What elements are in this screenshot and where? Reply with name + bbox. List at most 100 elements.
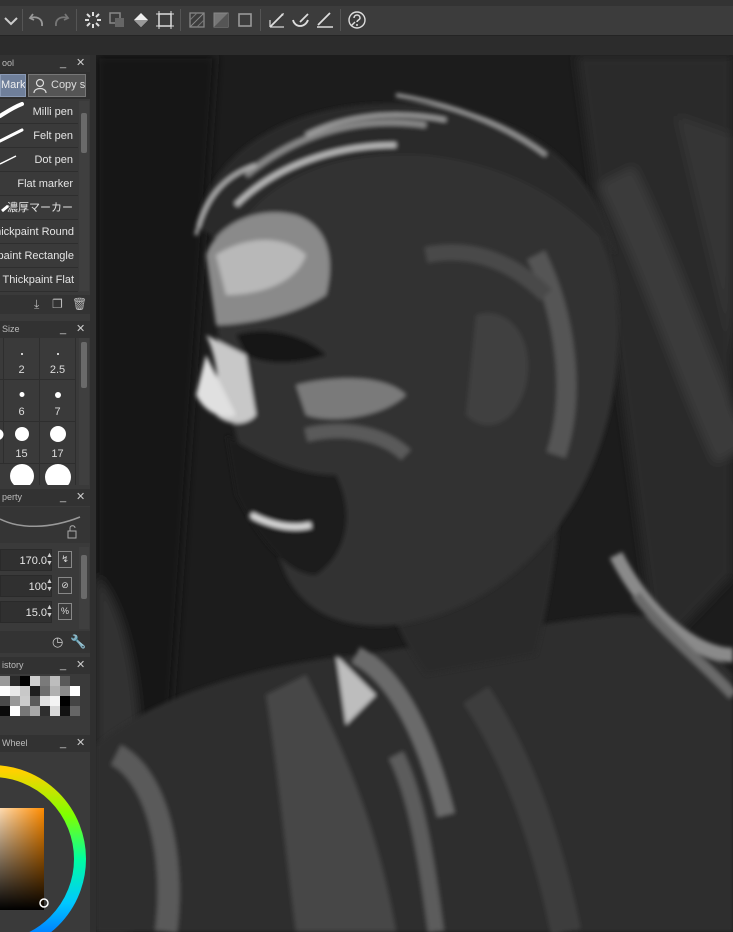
size-cell[interactable]: 15 <box>4 422 40 464</box>
color-swatch[interactable] <box>10 686 20 696</box>
close-icon[interactable]: ✕ <box>76 55 85 72</box>
color-swatch[interactable] <box>30 676 40 686</box>
minimize-icon[interactable]: _ <box>60 489 66 506</box>
color-swatch[interactable] <box>20 686 30 696</box>
opacity-toggle-icon[interactable]: ⊘ <box>58 577 72 594</box>
wrench-icon[interactable]: 🔧 <box>70 634 86 650</box>
color-swatch[interactable] <box>70 686 80 696</box>
size-cell[interactable]: 6 <box>4 380 40 422</box>
help-icon[interactable] <box>346 9 368 31</box>
color-swatch[interactable] <box>30 706 40 716</box>
color-swatch[interactable] <box>60 706 70 716</box>
color-swatch[interactable] <box>70 696 80 706</box>
redo-icon[interactable] <box>50 9 72 31</box>
brush-size-value[interactable]: 170.0 <box>0 549 52 571</box>
minimize-icon[interactable]: _ <box>60 321 66 338</box>
brush-item-thick-marker[interactable]: 濃厚マーカー <box>0 197 78 220</box>
opacity-value[interactable]: 100 <box>0 575 52 597</box>
size-label: 6 <box>18 406 25 418</box>
third-value[interactable]: 15.0 <box>0 601 52 623</box>
color-swatch[interactable] <box>0 686 10 696</box>
duplicate-icon[interactable]: ❐ <box>52 297 63 311</box>
tool-property-panel-title: perty _ ✕ <box>0 489 90 506</box>
spin-icon[interactable]: ▲ ▼ <box>46 578 54 594</box>
percent-toggle[interactable]: % <box>58 603 72 620</box>
select-invert-icon[interactable] <box>234 9 256 31</box>
minimize-icon[interactable]: _ <box>60 657 66 674</box>
dropdown-icon[interactable] <box>0 9 22 31</box>
brush-item-flat-marker[interactable]: Flat marker <box>0 173 78 196</box>
color-swatch[interactable] <box>10 706 20 716</box>
size-cell[interactable]: 2.5 <box>40 338 76 380</box>
fill-icon[interactable] <box>130 9 152 31</box>
scrollbar-thumb[interactable] <box>81 113 87 153</box>
color-swatch[interactable] <box>0 696 10 706</box>
color-swatch[interactable] <box>60 696 70 706</box>
size-cell[interactable] <box>4 464 40 485</box>
color-wheel[interactable] <box>0 752 90 932</box>
undo-icon[interactable] <box>26 9 48 31</box>
color-swatch[interactable] <box>20 706 30 716</box>
color-swatch[interactable] <box>20 696 30 706</box>
clear-icon[interactable] <box>186 9 208 31</box>
color-swatch[interactable] <box>30 696 40 706</box>
brush-item-milli-pen[interactable]: Milli pen <box>0 101 78 124</box>
color-swatch[interactable] <box>50 696 60 706</box>
color-swatch[interactable] <box>50 706 60 716</box>
size-cell[interactable]: 7 <box>40 380 76 422</box>
color-swatch[interactable] <box>40 696 50 706</box>
fill-gray-icon[interactable] <box>210 9 232 31</box>
tab-copy[interactable]: Copy s <box>28 74 86 97</box>
tab-marker[interactable]: Marker <box>0 74 26 97</box>
close-icon[interactable]: ✕ <box>76 735 85 752</box>
ruler-curve-icon[interactable] <box>290 9 312 31</box>
color-swatch[interactable] <box>40 706 50 716</box>
brush-stroke-preview-icon <box>0 102 24 118</box>
size-cell[interactable]: 2 <box>4 338 40 380</box>
spin-icon[interactable]: ▲ ▼ <box>46 552 54 568</box>
scrollbar-thumb[interactable] <box>81 342 87 388</box>
minimize-icon[interactable]: _ <box>60 735 66 752</box>
brush-item-thickpaint-flat[interactable]: Thickpaint Flat <box>0 269 78 292</box>
save-icon[interactable]: ⤓ <box>34 297 39 312</box>
color-swatch[interactable] <box>50 676 60 686</box>
canvas[interactable] <box>96 55 733 932</box>
ruler-pen-icon[interactable] <box>266 9 288 31</box>
brush-item-felt-pen[interactable]: Felt pen <box>0 125 78 148</box>
close-icon[interactable]: ✕ <box>76 489 85 506</box>
color-swatch[interactable] <box>40 686 50 696</box>
color-swatch[interactable] <box>40 676 50 686</box>
busy-spinner-icon[interactable] <box>82 9 104 31</box>
brush-item-thickpaint-rectangle[interactable]: Thickpaint Rectangle <box>0 245 78 268</box>
color-swatch[interactable] <box>10 696 20 706</box>
color-swatch[interactable] <box>30 686 40 696</box>
color-swatch[interactable] <box>70 706 80 716</box>
brush-item-thickpaint-round[interactable]: Thickpaint Round <box>0 221 78 244</box>
trash-icon[interactable]: 🗑 <box>72 297 87 311</box>
transform-icon[interactable] <box>106 9 128 31</box>
scrollbar-thumb[interactable] <box>81 555 87 599</box>
pressure-toggle-icon[interactable]: ↯ <box>58 551 72 568</box>
spin-icon[interactable]: ▲ ▼ <box>46 604 54 620</box>
ruler-line-icon[interactable] <box>314 9 336 31</box>
sub-tool-scrollbar[interactable] <box>79 101 89 291</box>
size-cell[interactable]: 17 <box>40 422 76 464</box>
color-swatch[interactable] <box>60 676 70 686</box>
color-swatch[interactable] <box>10 676 20 686</box>
size-cell[interactable] <box>40 464 76 485</box>
crop-icon[interactable] <box>154 9 176 31</box>
color-swatch[interactable] <box>20 676 30 686</box>
brush-size-scrollbar[interactable] <box>79 338 89 485</box>
color-swatch[interactable] <box>0 706 10 716</box>
tool-property-scrollbar[interactable] <box>79 547 89 629</box>
brush-item-dot-pen[interactable]: Dot pen <box>0 149 78 172</box>
color-swatch[interactable] <box>70 676 80 686</box>
color-swatch[interactable] <box>60 686 70 696</box>
close-icon[interactable]: ✕ <box>76 657 85 674</box>
settings-dial-icon[interactable]: ◷ <box>52 634 63 650</box>
color-swatch[interactable] <box>50 686 60 696</box>
panel-title-text: Size <box>2 324 20 334</box>
close-icon[interactable]: ✕ <box>76 321 85 338</box>
minimize-icon[interactable]: _ <box>60 55 66 72</box>
color-swatch[interactable] <box>0 676 10 686</box>
